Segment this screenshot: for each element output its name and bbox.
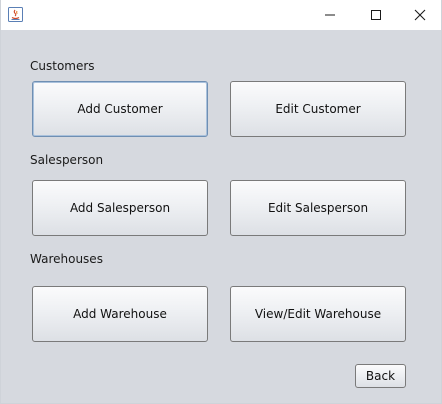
add-salesperson-button[interactable]: Add Salesperson [32, 180, 208, 236]
app-window: Customers Add Customer Edit Customer Sal… [0, 0, 442, 404]
close-icon [414, 9, 426, 21]
view-edit-warehouse-button[interactable]: View/Edit Warehouse [230, 286, 406, 342]
main-panel: Customers Add Customer Edit Customer Sal… [1, 30, 441, 403]
back-button[interactable]: Back [355, 364, 406, 388]
minimize-icon [325, 14, 335, 16]
add-warehouse-button[interactable]: Add Warehouse [32, 286, 208, 342]
close-button[interactable] [397, 0, 441, 30]
customers-section-label: Customers [30, 59, 95, 73]
edit-customer-button[interactable]: Edit Customer [230, 81, 406, 137]
minimize-button[interactable] [307, 0, 353, 30]
add-customer-button[interactable]: Add Customer [32, 81, 208, 137]
salesperson-section-label: Salesperson [30, 153, 104, 167]
title-bar [1, 0, 441, 30]
warehouses-section-label: Warehouses [30, 252, 103, 266]
maximize-button[interactable] [353, 0, 399, 30]
edit-salesperson-button[interactable]: Edit Salesperson [230, 180, 406, 236]
java-app-icon [8, 7, 23, 22]
maximize-icon [371, 10, 381, 20]
